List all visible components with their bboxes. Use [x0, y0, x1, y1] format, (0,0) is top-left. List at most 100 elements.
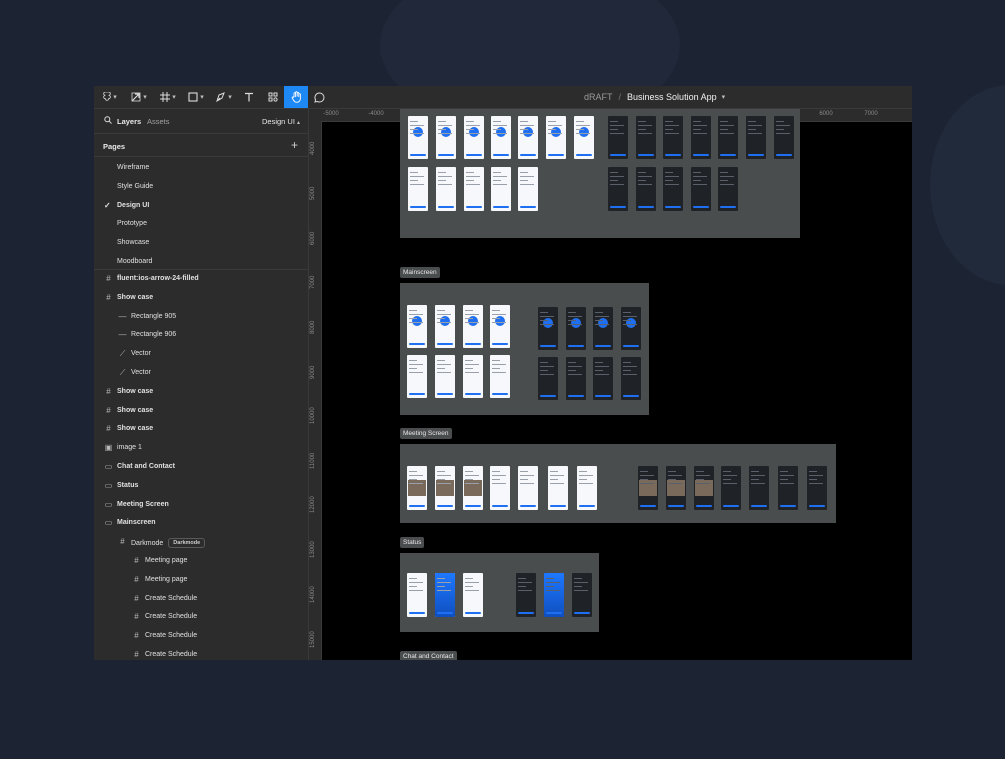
screen-thumbnail[interactable] [435, 466, 455, 510]
page-item-wireframe[interactable]: Wireframe [94, 159, 307, 177]
screen-thumbnail[interactable] [407, 466, 427, 510]
screen-thumbnail[interactable] [778, 466, 798, 510]
layer-row[interactable]: # Meeting page [94, 552, 307, 570]
pen-tool-button[interactable]: ▾ [212, 86, 236, 108]
screen-thumbnail[interactable] [463, 466, 483, 510]
screen-thumbnail[interactable] [774, 116, 794, 159]
section-label-meeting-screen[interactable]: Meeting Screen [400, 428, 452, 439]
screen-thumbnail[interactable] [408, 116, 428, 159]
screen-thumbnail[interactable] [463, 573, 483, 617]
hand-tool-button[interactable] [284, 86, 308, 108]
screen-thumbnail[interactable] [408, 167, 428, 211]
layer-row[interactable]: ⟋ Vector [94, 364, 307, 382]
canvas[interactable]: -5000-4000-3000-2000-1000010002000300040… [309, 109, 912, 660]
screen-thumbnail[interactable] [636, 167, 656, 211]
section-meeting-screen[interactable] [400, 444, 836, 523]
chevron-down-icon[interactable]: ▾ [722, 93, 726, 101]
project-name[interactable]: dRAFT [584, 92, 613, 102]
layer-row[interactable]: # fluent:ios-arrow-24-filled [94, 270, 307, 288]
screen-thumbnail[interactable] [718, 167, 738, 211]
screen-thumbnail[interactable] [572, 573, 592, 617]
screen-thumbnail[interactable] [691, 167, 711, 211]
layer-row[interactable]: # Create Schedule [94, 646, 307, 660]
screen-thumbnail[interactable] [608, 167, 628, 211]
screen-thumbnail[interactable] [490, 355, 510, 398]
screen-thumbnail[interactable] [721, 466, 741, 510]
layer-row[interactable]: # Show case [94, 420, 307, 438]
page-item-style-guide[interactable]: Style Guide [94, 178, 307, 196]
screen-thumbnail[interactable] [566, 307, 586, 350]
screen-thumbnail[interactable] [490, 305, 510, 348]
screen-thumbnail[interactable] [694, 466, 714, 510]
screen-thumbnail[interactable] [464, 116, 484, 159]
screen-thumbnail[interactable] [516, 573, 536, 617]
screen-thumbnail[interactable] [436, 167, 456, 211]
screen-thumbnail[interactable] [407, 573, 427, 617]
figma-menu-button[interactable]: ▾ [98, 86, 122, 108]
screen-thumbnail[interactable] [538, 307, 558, 350]
screen-thumbnail[interactable] [518, 167, 538, 211]
layer-row[interactable]: ▭ Meeting Screen [94, 496, 307, 514]
screen-thumbnail[interactable] [490, 466, 510, 510]
screen-thumbnail[interactable] [621, 307, 641, 350]
page-item-design-ui[interactable]: ✓ Design UI [94, 197, 307, 215]
move-tool-button[interactable]: ▾ [126, 86, 152, 108]
screen-thumbnail[interactable] [566, 357, 586, 400]
screen-thumbnail[interactable] [638, 466, 658, 510]
layer-row[interactable]: # Create Schedule [94, 608, 307, 626]
screen-thumbnail[interactable] [663, 116, 683, 159]
screen-thumbnail[interactable] [621, 357, 641, 400]
screen-thumbnail[interactable] [491, 167, 511, 211]
layer-row[interactable]: # Darkmode Darkmode [94, 533, 307, 551]
screen-thumbnail[interactable] [463, 355, 483, 398]
text-tool-button[interactable] [240, 86, 258, 108]
section-label-status[interactable]: Status [400, 537, 425, 548]
page-switcher[interactable]: Design UI ▴ [262, 117, 300, 126]
screen-thumbnail[interactable] [518, 466, 538, 510]
document-title[interactable]: dRAFT / Business Solution App ▾ [584, 86, 725, 108]
screen-thumbnail[interactable] [436, 116, 456, 159]
layer-row[interactable]: — Rectangle 905 [94, 308, 307, 326]
screen-thumbnail[interactable] [491, 116, 511, 159]
page-item-moodboard[interactable]: Moodboard [94, 253, 307, 271]
search-icon[interactable] [104, 116, 112, 124]
frame-group-top[interactable] [400, 109, 800, 238]
layer-row[interactable]: ▭ Status [94, 477, 307, 495]
screen-thumbnail[interactable] [608, 116, 628, 159]
page-item-prototype[interactable]: Prototype [94, 215, 307, 233]
screen-thumbnail[interactable] [463, 305, 483, 348]
layer-row[interactable]: ▭ Mainscreen [94, 514, 307, 532]
screen-thumbnail[interactable] [666, 466, 686, 510]
section-label-mainscreen[interactable]: Mainscreen [400, 267, 440, 278]
layer-row[interactable]: # Create Schedule [94, 590, 307, 608]
comment-tool-button[interactable] [310, 86, 328, 108]
resources-button[interactable] [264, 86, 282, 108]
page-item-showcase[interactable]: Showcase [94, 234, 307, 252]
screen-thumbnail[interactable] [718, 116, 738, 159]
tab-layers[interactable]: Layers [117, 117, 141, 126]
screen-thumbnail[interactable] [746, 116, 766, 159]
screen-thumbnail[interactable] [593, 307, 613, 350]
layer-row[interactable]: ▭ Chat and Contact [94, 458, 307, 476]
add-page-icon[interactable]: + [291, 138, 298, 152]
frame-tool-button[interactable]: ▾ [156, 86, 180, 108]
layer-row[interactable]: # Show case [94, 402, 307, 420]
layer-row[interactable]: # Show case [94, 289, 307, 307]
screen-thumbnail[interactable] [636, 116, 656, 159]
section-status[interactable] [400, 553, 599, 632]
screen-thumbnail[interactable] [574, 116, 594, 159]
screen-thumbnail[interactable] [538, 357, 558, 400]
screen-thumbnail[interactable] [435, 355, 455, 398]
screen-thumbnail[interactable] [546, 116, 566, 159]
layer-row[interactable]: # Show case [94, 383, 307, 401]
layer-row[interactable]: # Create Schedule [94, 627, 307, 645]
screen-thumbnail[interactable] [544, 573, 564, 617]
layer-row[interactable]: ⟋ Vector [94, 345, 307, 363]
screen-thumbnail[interactable] [435, 305, 455, 348]
layer-row[interactable]: ▣ image 1 [94, 439, 307, 457]
screen-thumbnail[interactable] [548, 466, 568, 510]
screen-thumbnail[interactable] [435, 573, 455, 617]
layer-row[interactable]: # Meeting page [94, 571, 307, 589]
screen-thumbnail[interactable] [464, 167, 484, 211]
screen-thumbnail[interactable] [663, 167, 683, 211]
